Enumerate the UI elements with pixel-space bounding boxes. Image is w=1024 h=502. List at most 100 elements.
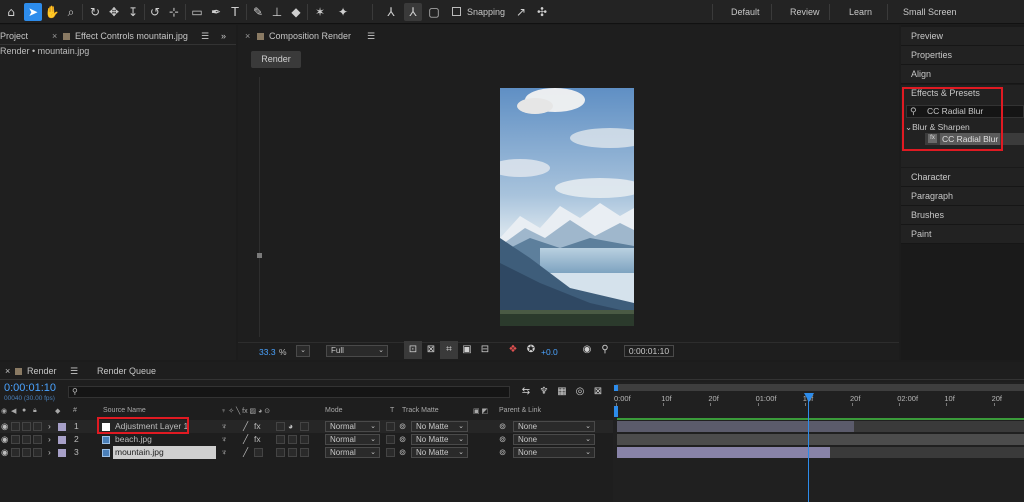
shy-switch-icon[interactable]: ♆ [221, 420, 227, 433]
rotate-tool-icon[interactable]: ↺ [146, 3, 164, 21]
parent-pickwhip-icon[interactable]: ⊚ [499, 420, 506, 433]
preserve-transparency-toggle[interactable] [386, 448, 395, 457]
exposure-value[interactable]: +0.0 [541, 347, 558, 357]
effect-switch-icon[interactable]: fx [254, 433, 261, 446]
solo-toggle[interactable] [22, 422, 31, 431]
grid-guides-icon[interactable]: ⊟ [476, 341, 494, 359]
parent-pickwhip-icon[interactable]: ⊚ [499, 446, 506, 459]
brush-tool-icon[interactable]: ✎ [249, 3, 267, 21]
eye-icon[interactable]: ◉ [1, 420, 8, 433]
layer-bar[interactable] [617, 421, 854, 432]
panel-menu-icon[interactable]: ☰ [70, 362, 78, 380]
pan-tool-icon[interactable]: ✥ [105, 3, 123, 21]
eraser-tool-icon[interactable]: ◆ [287, 3, 305, 21]
eye-icon[interactable]: ◉ [1, 446, 8, 459]
show-snapshot-icon[interactable]: ⚲ [596, 341, 614, 359]
preserve-transparency-toggle[interactable] [386, 422, 395, 431]
layer-row[interactable]: ◉ › 1 Adjustment Layer 1 ♆ ╱ fx ◕ Normal… [0, 420, 613, 433]
preview-panel-item[interactable]: Preview [901, 27, 1024, 46]
parent-pickwhip-icon[interactable]: ⊚ [499, 433, 506, 446]
shy-switch-icon[interactable]: ♆ [221, 446, 227, 459]
motion-blur-icon[interactable]: ◎ [571, 383, 589, 401]
close-icon[interactable]: × [52, 27, 57, 45]
transparency-grid-icon[interactable]: ⊠ [422, 341, 440, 359]
effect-switch-icon[interactable]: fx [254, 420, 261, 433]
time-ruler[interactable]: 0:00f10f20f01:00f10f20f02:00f10f20f [613, 392, 1024, 406]
anchor-tool-icon[interactable]: ⊹ [165, 3, 183, 21]
guide-marker[interactable] [257, 253, 262, 258]
eye-icon[interactable]: ◉ [1, 433, 8, 446]
axis-local-icon[interactable]: ⅄ [382, 3, 400, 21]
snapping-checkbox[interactable] [452, 7, 461, 16]
matte-pickwhip-icon[interactable]: ⊚ [399, 433, 406, 446]
paragraph-panel-item[interactable]: Paragraph [901, 187, 1024, 206]
close-icon[interactable]: × [245, 27, 250, 45]
playhead-handle[interactable] [804, 393, 814, 402]
workspace-learn[interactable]: Learn [849, 0, 872, 24]
axis-view-icon[interactable]: ▢ [425, 3, 443, 21]
layer-bar[interactable] [617, 447, 830, 458]
effect-toggle[interactable] [254, 448, 263, 457]
audio-toggle[interactable] [11, 422, 20, 431]
motion-blur-toggle[interactable] [276, 435, 285, 444]
lock-toggle[interactable] [33, 435, 42, 444]
adjustment-toggle[interactable] [288, 448, 297, 457]
workspace-default[interactable]: Default [731, 0, 760, 24]
layer-label-color[interactable] [58, 436, 66, 444]
3d-layer-toggle[interactable] [300, 448, 309, 457]
dolly-tool-icon[interactable]: ↧ [124, 3, 142, 21]
tab-effect-controls[interactable]: Effect Controls mountain.jpg [63, 27, 188, 45]
region-of-interest-icon[interactable]: ▣ [458, 341, 476, 359]
axis-world-icon[interactable]: ⅄ [404, 3, 422, 21]
adjustment-toggle[interactable] [288, 435, 297, 444]
tab-render-queue[interactable]: Render Queue [97, 362, 156, 380]
quality-switch-icon[interactable]: ╱ [243, 433, 248, 446]
character-panel-item[interactable]: Character [901, 168, 1024, 187]
shy-switch-icon[interactable]: ♆ [221, 433, 227, 446]
panel-menu-icon[interactable]: ☰ [201, 27, 209, 45]
zoom-value[interactable]: 33.3 [259, 347, 276, 357]
tab-project[interactable]: Project [0, 27, 28, 45]
quality-switch-icon[interactable]: ╱ [243, 420, 248, 433]
snapshot-camera-icon[interactable]: ◉ [578, 341, 596, 359]
solo-toggle[interactable] [22, 435, 31, 444]
timeline-search-input[interactable]: ⚲ [68, 386, 510, 398]
mode-dropdown[interactable]: Normal ⌄ [325, 434, 380, 445]
parent-dropdown[interactable]: None ⌄ [513, 447, 595, 458]
properties-panel-item[interactable]: Properties [901, 46, 1024, 65]
type-tool-icon[interactable]: T [226, 3, 244, 21]
chevron-right-icon[interactable]: › [48, 420, 51, 433]
lock-toggle[interactable] [33, 422, 42, 431]
mode-dropdown[interactable]: Normal ⌄ [325, 447, 380, 458]
render-button[interactable]: Render [251, 51, 301, 68]
layer-name[interactable]: beach.jpg [115, 433, 152, 446]
frame-blending-icon[interactable]: ▦ [553, 383, 571, 401]
track-matte-dropdown[interactable]: No Matte ⌄ [411, 447, 468, 458]
playhead-line[interactable] [808, 394, 809, 502]
selection-tool-icon[interactable]: ➤ [24, 3, 42, 21]
roto-brush-icon[interactable]: ✶ [311, 3, 329, 21]
orbit-tool-icon[interactable]: ↻ [86, 3, 104, 21]
channel-rgb-icon[interactable]: ❖ [504, 341, 522, 359]
layer-name[interactable]: mountain.jpg [113, 446, 216, 459]
hand-tool-icon[interactable]: ✋ [43, 3, 61, 21]
snap-edges-icon[interactable]: ↗ [512, 3, 530, 21]
audio-toggle[interactable] [11, 435, 20, 444]
puppet-pin-icon[interactable]: ✦ [334, 3, 352, 21]
workspace-small-screen[interactable]: Small Screen [903, 0, 957, 24]
work-area-bar[interactable] [616, 384, 1024, 391]
audio-toggle[interactable] [11, 448, 20, 457]
timeline-timecode[interactable]: 0:00:01:10 [4, 382, 56, 394]
tab-composition[interactable]: Composition Render [257, 27, 351, 45]
preserve-transparency-toggle[interactable] [386, 435, 395, 444]
work-area-start-handle[interactable] [614, 385, 618, 391]
3d-layer-toggle[interactable] [300, 435, 309, 444]
align-panel-item[interactable]: Align [901, 65, 1024, 84]
motion-blur-toggle[interactable] [276, 422, 285, 431]
resolution-dropdown[interactable]: Full ⌄ [326, 345, 388, 357]
track-matte-dropdown[interactable]: No Matte ⌄ [411, 421, 468, 432]
mask-visibility-icon[interactable]: ⌗ [440, 341, 458, 359]
panel-menu-icon[interactable]: ☰ [367, 27, 375, 45]
lock-toggle[interactable] [33, 448, 42, 457]
fast-previews-icon[interactable]: ⊡ [404, 341, 422, 359]
